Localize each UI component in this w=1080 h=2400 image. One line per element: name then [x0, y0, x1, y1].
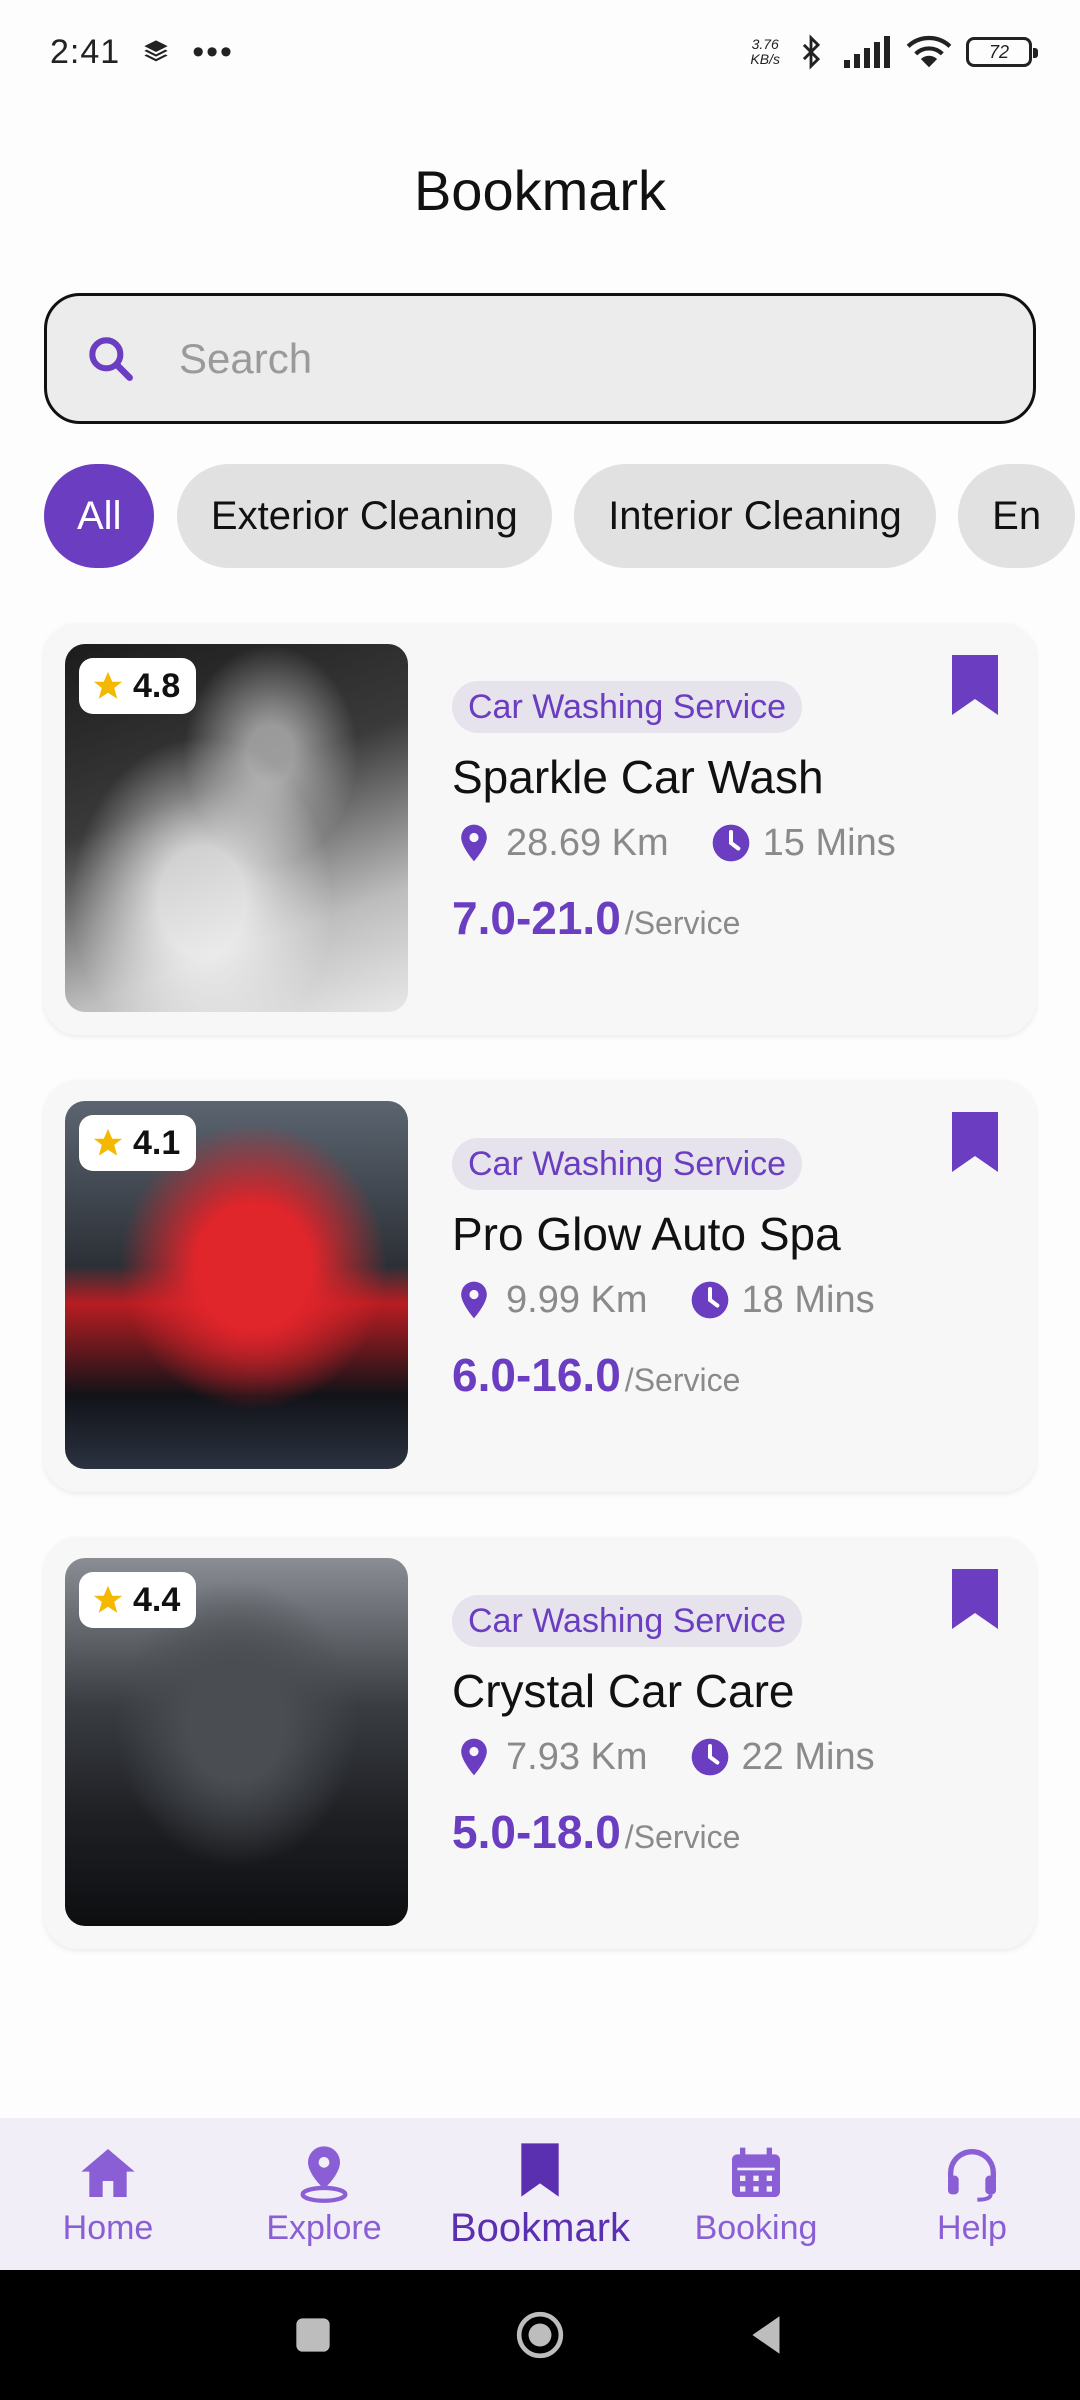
rating-badge: 4.8: [79, 658, 197, 714]
card-info: Car Washing Service Pro Glow Auto Spa 9.…: [452, 1138, 972, 1402]
service-card[interactable]: 4.1 Car Washing Service Pro Glow Auto Sp…: [44, 1080, 1036, 1492]
search-input[interactable]: [179, 334, 959, 383]
nav-home[interactable]: Home: [8, 2141, 208, 2248]
price: 6.0-16.0 /Service: [452, 1348, 972, 1402]
chip-interior-cleaning[interactable]: Interior Cleaning: [574, 464, 936, 568]
status-right: 3.76 KB/s 72: [750, 32, 1038, 72]
home-icon: [81, 2148, 135, 2197]
rating-value: 4.8: [133, 666, 181, 705]
price-range: 6.0-16.0: [452, 1349, 621, 1401]
service-name: Pro Glow Auto Spa: [452, 1208, 841, 1260]
card-info: Car Washing Service Sparkle Car Wash 28.…: [452, 681, 972, 945]
category-tag: Car Washing Service: [452, 681, 803, 733]
status-time: 2:41: [50, 32, 121, 71]
calendar-icon: [732, 2147, 780, 2197]
nav-label: Booking: [694, 2208, 818, 2247]
chip-partial[interactable]: En: [958, 464, 1076, 568]
bluetooth-icon: [802, 34, 821, 70]
service-name: Sparkle Car Wash: [452, 751, 824, 803]
nav-label: Help: [937, 2208, 1007, 2247]
service-card[interactable]: 4.8 Car Washing Service Sparkle Car Wash…: [44, 623, 1036, 1035]
chip-all[interactable]: All: [44, 464, 155, 568]
price-unit: /Service: [624, 905, 741, 941]
price: 7.0-21.0 /Service: [452, 891, 972, 945]
nav-booking[interactable]: Booking: [656, 2141, 856, 2248]
service-name: Crystal Car Care: [452, 1665, 795, 1717]
distance: 9.99 Km: [506, 1278, 648, 1321]
category-tag: Car Washing Service: [452, 1138, 803, 1190]
location-pin-icon: [300, 2145, 348, 2203]
rating-badge: 4.4: [79, 1572, 197, 1628]
star-icon: [93, 1585, 123, 1613]
distance: 7.93 Km: [506, 1735, 648, 1778]
rating-value: 4.4: [133, 1580, 181, 1619]
nav-bookmark[interactable]: Bookmark: [440, 2138, 640, 2251]
location-pin-icon: [461, 824, 487, 862]
rating-badge: 4.1: [79, 1115, 197, 1171]
service-meta: 9.99 Km 18 Mins: [452, 1278, 972, 1322]
nav-label: Bookmark: [449, 2205, 631, 2250]
price-range: 7.0-21.0: [452, 892, 621, 944]
search-icon: [89, 336, 133, 381]
service-meta: 7.93 Km 22 Mins: [452, 1735, 972, 1779]
star-icon: [93, 1128, 123, 1156]
nav-label: Explore: [266, 2208, 382, 2247]
service-image: 4.4: [65, 1558, 408, 1926]
back-icon[interactable]: [742, 2310, 792, 2360]
page-title: Bookmark: [413, 159, 667, 222]
duration: 18 Mins: [741, 1278, 875, 1321]
service-meta: 28.69 Km 15 Mins: [452, 821, 972, 865]
duration: 22 Mins: [741, 1735, 875, 1778]
card-info: Car Washing Service Crystal Car Care 7.9…: [452, 1595, 972, 1859]
price: 5.0-18.0 /Service: [452, 1805, 972, 1859]
clock-icon: [712, 824, 749, 862]
rating-value: 4.1: [133, 1123, 181, 1162]
price-unit: /Service: [624, 1819, 741, 1855]
service-card[interactable]: 4.4 Car Washing Service Crystal Car Care…: [44, 1537, 1036, 1949]
nav-help[interactable]: Help: [872, 2141, 1072, 2248]
price-range: 5.0-18.0: [452, 1806, 621, 1858]
bookmark-icon: [521, 2142, 559, 2197]
signal-icon: [844, 36, 890, 68]
clock-icon: [691, 1738, 728, 1776]
status-bar: 2:41 ••• 3.76 KB/s 72: [0, 0, 1080, 104]
duration: 15 Mins: [762, 821, 896, 864]
clock-icon: [691, 1281, 728, 1319]
location-pin-icon: [461, 1738, 487, 1776]
bottom-nav: Home Explore Bookmark Booking Help: [0, 2118, 1080, 2270]
chip-exterior-cleaning[interactable]: Exterior Cleaning: [176, 464, 552, 568]
network-speed: 3.76 KB/s: [750, 36, 780, 67]
category-tag: Car Washing Service: [452, 1595, 803, 1647]
service-image: 4.1: [65, 1101, 408, 1469]
wifi-icon: [906, 35, 952, 68]
search-bar[interactable]: [44, 293, 1036, 424]
status-left: 2:41 •••: [50, 33, 234, 72]
filter-chips: All Exterior Cleaning Interior Cleaning …: [44, 464, 1080, 568]
battery-indicator: 72: [966, 37, 1038, 67]
layers-icon: [144, 40, 168, 62]
headset-icon: [948, 2148, 996, 2202]
system-nav-bar: [0, 2270, 1080, 2400]
service-image: 4.8: [65, 644, 408, 1012]
distance: 28.69 Km: [506, 821, 669, 864]
home-circle-icon[interactable]: [515, 2310, 565, 2360]
location-pin-icon: [461, 1281, 487, 1319]
recents-icon[interactable]: [288, 2310, 338, 2360]
price-unit: /Service: [624, 1362, 741, 1398]
star-icon: [93, 671, 123, 699]
nav-explore[interactable]: Explore: [224, 2141, 424, 2248]
status-more: •••: [192, 32, 234, 71]
nav-label: Home: [62, 2208, 154, 2247]
